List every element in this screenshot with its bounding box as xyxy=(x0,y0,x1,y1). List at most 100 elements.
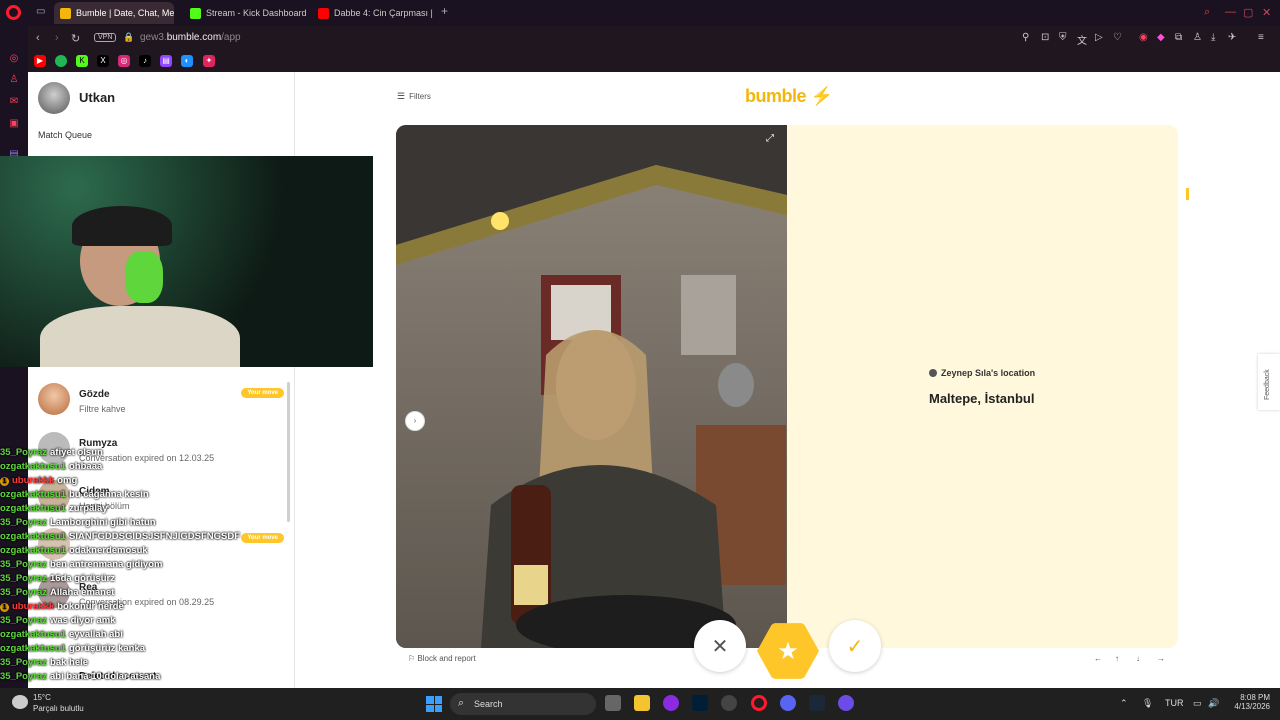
tab-kick[interactable]: Stream - Kick Dashboard xyxy=(184,2,306,24)
user-avatar[interactable] xyxy=(38,82,70,114)
taskbar-search[interactable]: ⌕ Search xyxy=(450,693,596,715)
aria-icon[interactable]: ◎ xyxy=(8,53,20,65)
spotify-icon[interactable] xyxy=(55,55,67,67)
like-button[interactable]: ✓ xyxy=(829,620,881,672)
steam-icon[interactable] xyxy=(809,695,825,711)
vpn-badge[interactable]: VPN xyxy=(94,33,117,42)
adblock-icon[interactable]: ◉ xyxy=(1139,32,1148,43)
location-pin-icon xyxy=(929,369,937,377)
pin-icon[interactable]: ⚲ xyxy=(1022,32,1029,43)
discord-icon[interactable]: ◐ xyxy=(181,55,193,67)
messenger-icon[interactable]: ✉ xyxy=(8,96,20,108)
chat-username: uburakkk xyxy=(12,601,55,612)
new-tab-icon[interactable]: + xyxy=(441,4,448,18)
obs-icon[interactable] xyxy=(721,695,737,711)
tab-manager-icon[interactable]: ▭ xyxy=(36,6,45,17)
filters-button[interactable]: ☰ Filters xyxy=(397,91,431,102)
language-indicator[interactable]: TUR xyxy=(1165,698,1184,708)
tab-label: Bumble | Date, Chat, Meet xyxy=(76,8,174,18)
chat-line: 35_Poyraz Lamborghini gibi hatun xyxy=(0,516,156,530)
tab-youtube[interactable]: Dabbe 4: Cin Çarpması | 4 xyxy=(312,2,434,24)
discord-taskbar-icon[interactable] xyxy=(780,695,796,711)
time: 8:08 PM xyxy=(1240,693,1270,702)
snapshot-icon[interactable]: ⊡ xyxy=(1041,32,1049,43)
instagram-icon[interactable]: ◎ xyxy=(118,55,130,67)
user-name[interactable]: Utkan xyxy=(79,90,115,105)
back-icon[interactable]: ‹ xyxy=(36,32,40,44)
star-icon: ★ xyxy=(777,637,799,665)
menu-icon[interactable]: ≡ xyxy=(1258,32,1264,43)
opera-logo-icon[interactable] xyxy=(6,5,21,20)
tray-chevron-icon[interactable]: ⌃ xyxy=(1120,698,1128,709)
kick-icon[interactable]: K xyxy=(76,55,88,67)
opera-taskbar-icon[interactable] xyxy=(751,695,767,711)
chat-badge-icon: 1 xyxy=(0,477,9,486)
webcam-overlay xyxy=(0,156,373,367)
people-icon[interactable]: ♙ xyxy=(8,74,20,86)
file-explorer-icon[interactable] xyxy=(634,695,650,711)
bumble-logo[interactable]: bumble ⚡ xyxy=(745,86,833,107)
speaker-icon[interactable]: 🔊 xyxy=(1208,698,1219,709)
puzzle-icon[interactable]: ⧉ xyxy=(1175,32,1182,43)
chat-line: ozgatkaktusu1 zurpalay xyxy=(0,502,108,516)
expand-icon[interactable]: ⤢ xyxy=(766,133,774,144)
mail-icon[interactable]: ▣ xyxy=(8,118,20,130)
photoshop-icon[interactable] xyxy=(692,695,708,711)
url-domain: bumble.com xyxy=(166,32,222,43)
forward-icon[interactable]: › xyxy=(55,32,59,44)
chat-username: 35_Poyraz xyxy=(0,517,48,528)
extension-icon[interactable]: ◆ xyxy=(1157,32,1165,43)
match-queue-label: Match Queue xyxy=(38,130,93,140)
game-icon[interactable]: ✦ xyxy=(203,55,215,67)
card-progress-indicator xyxy=(1186,188,1189,200)
key-up-hint: ↑ xyxy=(1115,654,1119,663)
youtube-icon[interactable]: ▶ xyxy=(34,55,46,67)
app-icon[interactable] xyxy=(663,695,679,711)
location-value: Maltepe, İstanbul xyxy=(929,391,1035,406)
translate-icon[interactable]: 文 xyxy=(1077,32,1087,47)
chat-message: bak hele xyxy=(50,657,89,668)
kick-favicon-icon xyxy=(190,7,201,19)
conversation-item[interactable]: Gözde Filtre kahve Your move xyxy=(38,383,288,423)
tiktok-icon[interactable]: ♪ xyxy=(139,55,151,67)
ai-icon[interactable]: ✈ xyxy=(1228,32,1236,43)
chat-username: 35_Poyraz xyxy=(0,671,48,682)
feedback-tab[interactable]: Feedback xyxy=(1258,354,1280,410)
browser-tab-bar: ▭ Bumble | Date, Chat, Meet Stream - Kic… xyxy=(0,0,1280,26)
play-icon[interactable]: ▷ xyxy=(1095,32,1103,43)
reload-icon[interactable]: ↻ xyxy=(71,32,80,45)
url-prefix: gew3. xyxy=(140,32,167,43)
sidebar-scrollbar[interactable] xyxy=(287,382,290,522)
url-field[interactable]: gew3.bumble.com/app xyxy=(140,32,241,43)
chat-username: 35_Poyraz xyxy=(0,573,48,584)
twitch-icon[interactable]: ▤ xyxy=(160,55,172,67)
minimize-icon[interactable]: — xyxy=(1225,6,1236,18)
search-tabs-icon[interactable]: ⌕ xyxy=(1204,6,1210,19)
app2-icon[interactable] xyxy=(838,695,854,711)
chat-message: görüşürüz kanka xyxy=(69,643,146,654)
display-icon[interactable]: ▭ xyxy=(1193,698,1202,709)
pass-button[interactable]: ✕ xyxy=(694,620,746,672)
shield-icon[interactable]: ⛨ xyxy=(1059,32,1067,43)
task-view-icon[interactable] xyxy=(605,695,621,711)
chat-message: bu cağanna kesin xyxy=(69,489,149,500)
microphone-icon[interactable]: 🎙 xyxy=(1142,698,1153,709)
heart-icon[interactable]: ♡ xyxy=(1113,32,1122,43)
profile-photo[interactable]: ⤢ xyxy=(396,125,787,648)
block-report-link[interactable]: ⚐ Block and report xyxy=(408,654,476,663)
windows-taskbar: 15°C Parçalı bulutlu ⌕ Search ⌃ 🎙 TUR ▭ … xyxy=(0,688,1280,720)
account-icon[interactable]: ♙ xyxy=(1193,32,1202,43)
download-icon[interactable]: ⤓ xyxy=(1211,32,1215,43)
lock-icon[interactable]: 🔒 xyxy=(123,32,134,43)
windows-start-icon[interactable] xyxy=(426,696,442,712)
next-photo-button[interactable]: › xyxy=(405,411,425,431)
chat-line: 35_Poyraz Allaha emanet xyxy=(0,586,114,600)
tab-bumble[interactable]: Bumble | Date, Chat, Meet xyxy=(54,2,174,24)
close-window-icon[interactable]: ✕ xyxy=(1262,6,1271,19)
clock[interactable]: 8:08 PM 4/13/2026 xyxy=(1228,693,1270,711)
key-right-hint: → xyxy=(1157,654,1165,663)
x-icon[interactable]: X xyxy=(97,55,109,67)
location-title: Zeynep Sıla's location xyxy=(929,368,1035,378)
maximize-icon[interactable]: ▢ xyxy=(1243,6,1253,19)
chat-line: 35_Poyraz 16da görüşürz xyxy=(0,572,115,586)
